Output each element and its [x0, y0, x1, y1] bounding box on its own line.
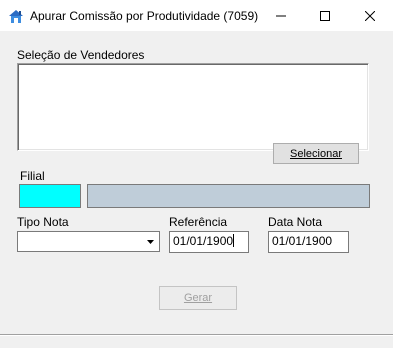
- vendedores-list[interactable]: [17, 63, 369, 151]
- tipo-nota-label: Tipo Nota: [17, 215, 69, 229]
- maximize-button[interactable]: [302, 0, 347, 31]
- referencia-label: Referência: [169, 215, 228, 229]
- data-nota-input[interactable]: 01/01/1900: [268, 231, 349, 253]
- chevron-down-icon: [147, 239, 154, 244]
- title-bar[interactable]: Apurar Comissão por Produtividade (7059): [0, 0, 393, 31]
- minimize-button[interactable]: [258, 0, 303, 31]
- filial-code-field[interactable]: [19, 184, 81, 208]
- gerar-button[interactable]: Gerar: [159, 286, 237, 310]
- text-cursor: [233, 234, 235, 247]
- status-divider-highlight: [0, 335, 393, 336]
- referencia-input[interactable]: 01/01/1900: [169, 231, 249, 253]
- selecionar-button-label: Selecionar: [290, 147, 342, 160]
- gerar-button-label: Gerar: [183, 292, 213, 304]
- data-nota-value: 01/01/1900: [272, 234, 333, 248]
- filial-label: Filial: [20, 169, 45, 183]
- app-icon: [8, 8, 24, 24]
- minimize-icon: [275, 15, 286, 16]
- app-window: Apurar Comissão por Produtividade (7059)…: [0, 0, 393, 348]
- maximize-icon: [319, 10, 330, 21]
- referencia-value: 01/01/1900: [173, 234, 234, 248]
- selecionar-button[interactable]: Selecionar: [273, 143, 359, 164]
- tipo-nota-select[interactable]: [17, 231, 160, 252]
- vendedores-label: Seleção de Vendedores: [17, 48, 145, 62]
- window-title: Apurar Comissão por Produtividade (7059): [30, 9, 259, 23]
- tipo-nota-dropdown-button[interactable]: [142, 232, 159, 251]
- close-icon: [364, 10, 375, 21]
- close-button[interactable]: [347, 0, 392, 31]
- filial-name-field: [87, 184, 370, 208]
- data-nota-label: Data Nota: [268, 215, 323, 229]
